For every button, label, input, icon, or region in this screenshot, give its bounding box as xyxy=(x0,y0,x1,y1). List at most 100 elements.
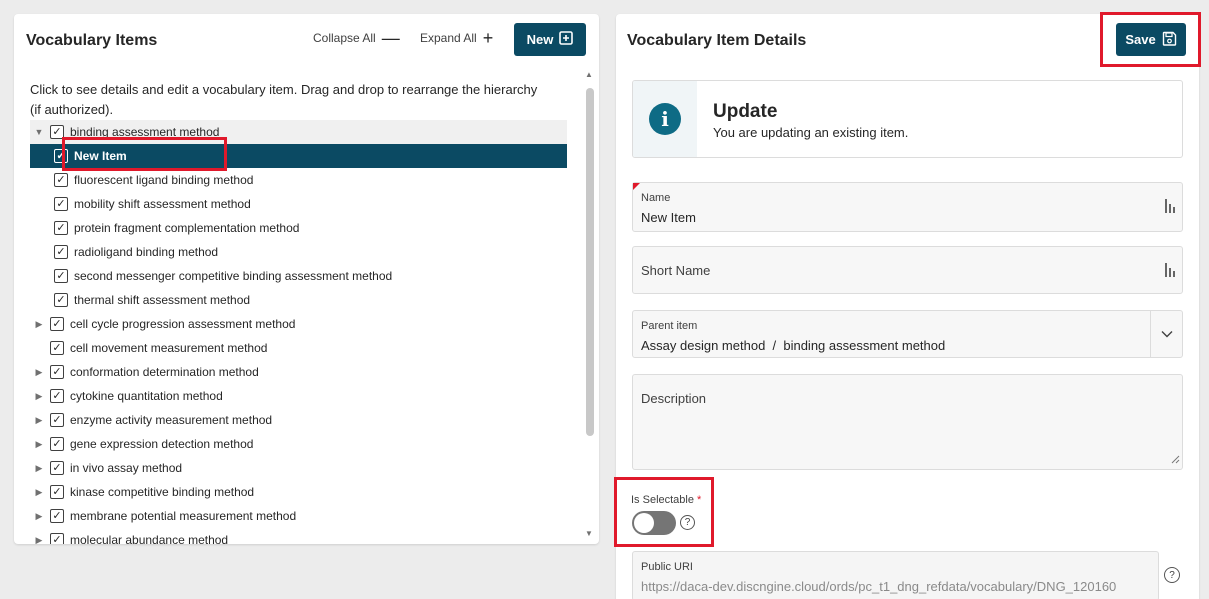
new-button[interactable]: New xyxy=(514,23,586,56)
tree-item[interactable]: ✓ protein fragment complementation method xyxy=(30,216,567,240)
tree-item-label: enzyme activity measurement method xyxy=(70,413,273,427)
info-icon: i xyxy=(649,103,681,135)
tree-item-label: conformation determination method xyxy=(70,365,259,379)
tree-item[interactable]: ▶ ✓ cell cycle progression assessment meth… xyxy=(30,312,567,336)
tree-scrollbar[interactable]: ▲ ▼ xyxy=(584,68,596,540)
caret-right-icon[interactable]: ▶ xyxy=(34,319,44,330)
collapse-all-button[interactable]: Collapse All — xyxy=(313,28,400,48)
tree-item-label: cell movement measurement method xyxy=(70,341,268,355)
parent-item-label: Parent item xyxy=(641,320,698,332)
checkbox-checked-icon[interactable]: ✓ xyxy=(50,341,64,355)
tree-item[interactable]: ✓ New Item xyxy=(30,144,567,168)
tree-item[interactable]: ▶ ✓ molecular abundance method xyxy=(30,528,567,544)
tree-item[interactable]: ▶ ✓ kinase competitive binding method xyxy=(30,480,567,504)
text-length-icon[interactable] xyxy=(1164,198,1176,214)
tree-item[interactable]: ✓ cell movement measurement method xyxy=(30,336,567,360)
chevron-down-icon[interactable] xyxy=(1150,311,1182,357)
checkbox-checked-icon[interactable]: ✓ xyxy=(54,149,68,163)
checkbox-checked-icon[interactable]: ✓ xyxy=(50,125,64,139)
checkbox-checked-icon[interactable]: ✓ xyxy=(54,293,68,307)
caret-right-icon[interactable]: ▶ xyxy=(34,415,44,426)
checkbox-checked-icon[interactable]: ✓ xyxy=(50,509,64,523)
tree-item[interactable]: ▶ ✓ conformation determination method xyxy=(30,360,567,384)
save-button[interactable]: Save xyxy=(1116,23,1186,56)
tree-item-label: thermal shift assessment method xyxy=(74,293,251,307)
scroll-up-arrow-icon[interactable]: ▲ xyxy=(585,70,593,79)
save-button-label: Save xyxy=(1125,32,1156,47)
caret-down-icon[interactable]: ▼ xyxy=(34,127,44,137)
required-asterisk: * xyxy=(697,494,702,506)
is-selectable-toggle[interactable] xyxy=(632,511,676,535)
checkbox-checked-icon[interactable]: ✓ xyxy=(54,197,68,211)
question-circle-icon[interactable]: ? xyxy=(1164,567,1180,583)
checkbox-checked-icon[interactable]: ✓ xyxy=(50,389,64,403)
short-name-field[interactable]: Short Name xyxy=(632,246,1183,294)
name-input[interactable]: New Item xyxy=(641,210,696,225)
checkbox-checked-icon[interactable]: ✓ xyxy=(54,173,68,187)
public-uri-label: Public URI xyxy=(641,561,693,573)
short-name-label: Short Name xyxy=(641,263,711,278)
name-field[interactable]: Name New Item xyxy=(632,182,1183,232)
caret-right-icon[interactable]: ▶ xyxy=(34,439,44,450)
checkbox-checked-icon[interactable]: ✓ xyxy=(50,365,64,379)
tree-item[interactable]: ▶ ✓ gene expression detection method xyxy=(30,432,567,456)
caret-right-icon[interactable]: ▶ xyxy=(34,367,44,378)
tree-item-label: New Item xyxy=(74,149,127,163)
checkbox-checked-icon[interactable]: ✓ xyxy=(54,221,68,235)
update-info-box: i Update You are updating an existing it… xyxy=(632,80,1183,158)
checkbox-checked-icon[interactable]: ✓ xyxy=(54,245,68,259)
collapse-all-label: Collapse All xyxy=(313,31,376,45)
checkbox-checked-icon[interactable]: ✓ xyxy=(50,317,64,331)
tree-item[interactable]: ✓ radioligand binding method xyxy=(30,240,567,264)
tree-item[interactable]: ▶ ✓ in vivo assay method xyxy=(30,456,567,480)
scroll-down-arrow-icon[interactable]: ▼ xyxy=(585,529,593,538)
vocabulary-items-panel: Vocabulary Items Collapse All — Expand A… xyxy=(14,14,599,544)
vocabulary-items-title: Vocabulary Items xyxy=(26,32,158,49)
resize-handle-icon[interactable] xyxy=(1171,452,1180,467)
tree-item[interactable]: ▼ ✓ binding assessment method xyxy=(30,120,567,144)
tree-item[interactable]: ✓ mobility shift assessment method xyxy=(30,192,567,216)
tree-item[interactable]: ▶ ✓ membrane potential measurement method xyxy=(30,504,567,528)
tree-description: Click to see details and edit a vocabula… xyxy=(30,82,538,117)
tree-item-label: mobility shift assessment method xyxy=(74,197,251,211)
parent-item-select[interactable]: Parent item Assay design method / bindin… xyxy=(632,310,1183,358)
toggle-knob xyxy=(634,513,654,533)
tree-item-label: molecular abundance method xyxy=(70,533,229,544)
caret-right-icon[interactable]: ▶ xyxy=(34,511,44,522)
tree-item[interactable]: ✓ second messenger competitive binding as… xyxy=(30,264,567,288)
name-label: Name xyxy=(641,192,671,204)
text-length-icon[interactable] xyxy=(1164,262,1176,278)
checkbox-checked-icon[interactable]: ✓ xyxy=(50,485,64,499)
public-uri-value: https://daca-dev.discngine.cloud/ords/pc… xyxy=(641,579,1117,594)
checkbox-checked-icon[interactable]: ✓ xyxy=(50,533,64,544)
checkbox-checked-icon[interactable]: ✓ xyxy=(50,437,64,451)
checkbox-checked-icon[interactable]: ✓ xyxy=(54,269,68,283)
caret-right-icon[interactable]: ▶ xyxy=(34,391,44,402)
parent-item-value: Assay design method / binding assessment… xyxy=(641,338,946,353)
vocabulary-item-details-panel: Vocabulary Item Details Save i Update Yo… xyxy=(616,14,1199,599)
checkbox-checked-icon[interactable]: ✓ xyxy=(50,413,64,427)
info-title: Update xyxy=(713,101,778,122)
is-selectable-text: Is Selectable xyxy=(631,494,694,506)
expand-all-button[interactable]: Expand All + xyxy=(420,29,493,47)
tree-item[interactable]: ✓ thermal shift assessment method xyxy=(30,288,567,312)
tree-item[interactable]: ▶ ✓ cytokine quantitation method xyxy=(30,384,567,408)
tree-item[interactable]: ▶ ✓ enzyme activity measurement method xyxy=(30,408,567,432)
checkbox-checked-icon[interactable]: ✓ xyxy=(50,461,64,475)
tree-item-label: membrane potential measurement method xyxy=(70,509,297,523)
is-selectable-label: Is Selectable * xyxy=(631,494,701,506)
caret-right-icon[interactable]: ▶ xyxy=(34,535,44,545)
description-textarea[interactable]: Description xyxy=(632,374,1183,470)
minus-icon: — xyxy=(381,28,400,48)
description-label: Description xyxy=(641,391,707,406)
details-title: Vocabulary Item Details xyxy=(627,32,807,49)
question-circle-icon[interactable]: ? xyxy=(680,515,695,530)
tree-item-label: second messenger competitive binding ass… xyxy=(74,269,393,283)
caret-right-icon[interactable]: ▶ xyxy=(34,487,44,498)
plus-square-icon xyxy=(559,31,574,48)
tree-item[interactable]: ✓ fluorescent ligand binding method xyxy=(30,168,567,192)
tree-item-label: binding assessment method xyxy=(70,125,220,139)
caret-right-icon[interactable]: ▶ xyxy=(34,463,44,474)
tree-item-label: radioligand binding method xyxy=(74,245,219,259)
scrollbar-thumb[interactable] xyxy=(586,88,594,436)
